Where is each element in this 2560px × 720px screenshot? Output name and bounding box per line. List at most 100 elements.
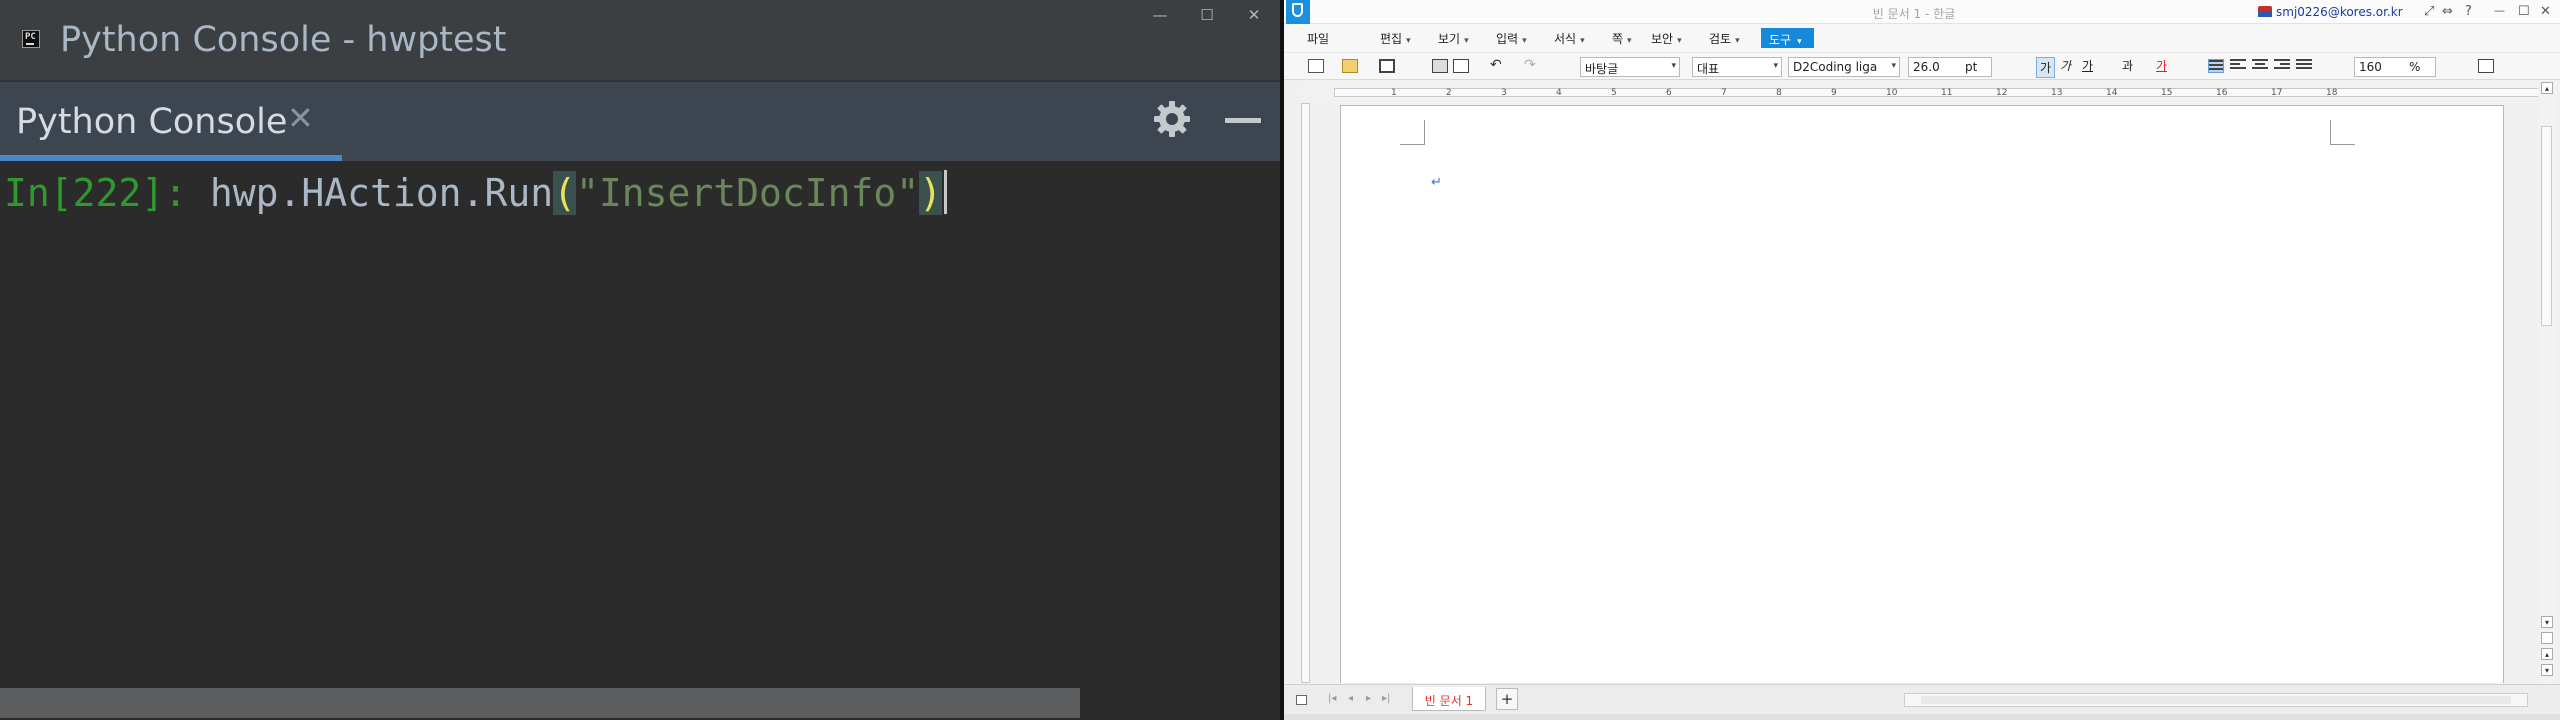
style-select[interactable]: 바탕글 ▾	[1580, 57, 1680, 77]
fullscreen-icon[interactable]: ⤢	[2424, 4, 2434, 19]
ruler-number: 17	[2271, 88, 2283, 98]
italic-button[interactable]: 가	[2060, 57, 2071, 74]
add-tab-button[interactable]: +	[1496, 688, 1518, 710]
menu-label: 보안	[1651, 32, 1674, 46]
align-right-icon[interactable]	[2274, 59, 2290, 73]
margin-corner-mark	[1400, 120, 1425, 145]
ruler-number: 16	[2216, 88, 2228, 98]
save-icon[interactable]	[1379, 59, 1395, 73]
chevron-down-icon: ▾	[1671, 61, 1676, 71]
bold-button[interactable]: 가	[2036, 57, 2056, 78]
hwp-window: 빈 문서 1 - 한글 smj0226@kores.or.kr ⤢ ⇔ ? — …	[1284, 0, 2560, 720]
horizontal-scrollbar[interactable]	[0, 688, 1080, 718]
align-left-icon[interactable]	[2230, 59, 2246, 73]
menu-tools[interactable]: 도구 ▾	[1761, 28, 1814, 48]
redo-icon[interactable]: ↷	[1524, 57, 1536, 73]
scroll-down-icon[interactable]: ▾	[2541, 616, 2553, 628]
underline-button[interactable]: 가	[2082, 57, 2093, 74]
new-document-icon[interactable]	[1308, 59, 1324, 73]
console-prompt: In[222]:	[4, 171, 210, 215]
doc-list-icon[interactable]	[1296, 695, 1307, 705]
last-tab-icon[interactable]: ▸|	[1382, 693, 1390, 704]
ruler-number: 15	[2161, 88, 2173, 98]
tab-python-console[interactable]: Python Console	[16, 102, 287, 142]
scrollbar-thumb[interactable]	[2541, 126, 2552, 326]
tab-document-1[interactable]: 빈 문서 1	[1412, 687, 1486, 711]
scroll-up-icon[interactable]: ▴	[2541, 82, 2553, 94]
zoom-unit: %	[2409, 60, 2421, 74]
open-folder-icon[interactable]	[1342, 59, 1358, 73]
window-layout-icon[interactable]	[2478, 59, 2494, 73]
paragraph-mark-icon: ↵	[1431, 175, 1442, 190]
chevron-down-icon: ▾	[1627, 36, 1632, 46]
close-icon[interactable]: ✕	[2540, 4, 2551, 19]
menu-label: 입력	[1496, 32, 1519, 46]
horizontal-ruler[interactable]: 1 2 3 4 5 6 7 8 9 10 11 12 13 14 15 16 1…	[1298, 81, 2554, 103]
align-distribute-icon[interactable]	[2296, 59, 2312, 73]
console-title-bar: PC Python Console - hwptest — ☐ ✕	[0, 0, 1280, 80]
vertical-scrollbar[interactable]: ▴ ▾ ▴ ▾	[2538, 80, 2556, 684]
horizontal-scrollbar[interactable]	[1904, 693, 2528, 707]
chevron-down-icon: ▾	[1406, 36, 1411, 46]
font-size-unit: pt	[1965, 60, 1978, 74]
ruler-number: 2	[1446, 88, 1452, 98]
font-color-button[interactable]: 가	[2156, 57, 2167, 74]
ruler-number: 11	[1941, 88, 1953, 98]
user-email[interactable]: smj0226@kores.or.kr	[2276, 5, 2403, 19]
font-value: D2Coding liga	[1793, 60, 1878, 74]
first-tab-icon[interactable]: |◂	[1328, 693, 1336, 704]
menu-label: 도구	[1769, 33, 1792, 47]
menu-review[interactable]: 검토 ▾	[1709, 30, 1740, 47]
scrollbar-thumb[interactable]	[1921, 696, 2511, 704]
pycharm-icon: PC	[22, 30, 40, 48]
maximize-icon[interactable]: ☐	[1198, 6, 1216, 24]
menu-file[interactable]: 파일	[1307, 30, 1333, 47]
maximize-icon[interactable]: ☐	[2518, 4, 2530, 19]
document-page[interactable]	[1340, 105, 2504, 683]
status-bar	[1284, 714, 2560, 720]
align-center-icon[interactable]	[2252, 59, 2268, 73]
align-justify-icon[interactable]	[2208, 59, 2224, 73]
next-page-icon[interactable]: ▾	[2541, 664, 2553, 676]
strikethrough-button[interactable]: 과	[2122, 57, 2133, 74]
font-select[interactable]: D2Coding liga ▾	[1788, 57, 1900, 77]
ruler-number: 12	[1996, 88, 2008, 98]
ruler-number: 14	[2106, 88, 2118, 98]
python-console-window: PC Python Console - hwptest — ☐ ✕ Python…	[0, 0, 1280, 720]
prev-tab-icon[interactable]: ◂	[1348, 693, 1353, 704]
vertical-ruler[interactable]	[1298, 103, 1314, 683]
ruler-number: 5	[1611, 88, 1617, 98]
page-icon[interactable]	[2541, 632, 2553, 644]
close-icon[interactable]: ✕	[1245, 6, 1263, 24]
hide-panel-icon[interactable]	[1225, 118, 1261, 123]
code-string: "InsertDocInfo"	[575, 171, 920, 215]
user-icon	[2258, 6, 2272, 17]
next-tab-icon[interactable]: ▸	[1366, 693, 1371, 704]
undo-icon[interactable]: ↶	[1490, 57, 1502, 73]
menu-security[interactable]: 보안 ▾	[1651, 30, 1682, 47]
menu-format[interactable]: 서식 ▾	[1554, 30, 1585, 47]
menu-view[interactable]: 보기 ▾	[1438, 30, 1469, 47]
chevron-down-icon: ▾	[1522, 36, 1527, 46]
menu-insert[interactable]: 입력 ▾	[1496, 30, 1527, 47]
font-size-input[interactable]: 26.0 pt	[1908, 57, 1992, 77]
prev-page-icon[interactable]: ▴	[2541, 648, 2553, 660]
zoom-value: 160	[2359, 60, 2382, 74]
chevron-down-icon: ▾	[1464, 36, 1469, 46]
menu-page[interactable]: 쪽 ▾	[1612, 30, 1632, 47]
language-select[interactable]: 대표 ▾	[1692, 57, 1782, 77]
hwp-app-icon[interactable]	[1286, 0, 1310, 24]
minimize-icon[interactable]: —	[2494, 4, 2505, 17]
preview-icon[interactable]	[1453, 59, 1469, 73]
console-tab-bar: Python Console ✕	[0, 82, 1280, 161]
menu-edit[interactable]: 편집 ▾	[1380, 30, 1411, 47]
minimize-icon[interactable]: —	[1151, 6, 1169, 24]
restore-icon[interactable]: ⇔	[2442, 4, 2453, 19]
zoom-input[interactable]: 160%	[2354, 57, 2436, 77]
language-value: 대표	[1697, 62, 1720, 76]
console-input-line[interactable]: In[222]: hwp.HAction.Run("InsertDocInfo"…	[4, 168, 948, 218]
help-icon[interactable]: ?	[2465, 4, 2472, 19]
tab-close-icon[interactable]: ✕	[287, 99, 314, 137]
gear-icon[interactable]	[1152, 99, 1192, 139]
print-icon[interactable]	[1432, 59, 1448, 73]
